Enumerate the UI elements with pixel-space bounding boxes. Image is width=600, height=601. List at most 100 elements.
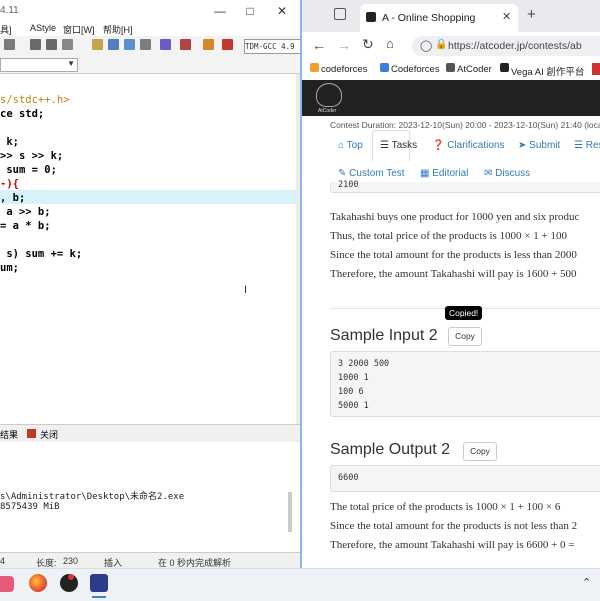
- tab-overview-icon[interactable]: [334, 8, 346, 20]
- devcpp-icon[interactable]: [90, 574, 108, 592]
- nav-top[interactable]: ⌂ Top: [338, 140, 363, 151]
- lock-icon[interactable]: 🔒: [435, 39, 447, 50]
- nav-custom-test[interactable]: ✎ Custom Test: [338, 168, 405, 179]
- atcoder-header: AtCoder: [302, 80, 600, 116]
- sample-input-line: 100 6: [338, 387, 364, 397]
- bookmark-atcoder[interactable]: AtCoder: [457, 64, 492, 75]
- status-length-value: 230: [63, 556, 79, 566]
- unindent-icon[interactable]: [4, 39, 15, 50]
- explanation-line: Therefore, the amount Takahashi will pay…: [330, 539, 575, 551]
- current-line-highlight: [0, 190, 296, 204]
- atcoder-logo-icon[interactable]: [316, 83, 342, 107]
- close-icon[interactable]: ✕: [272, 2, 292, 20]
- codeforces-icon: [310, 63, 319, 72]
- nav-results[interactable]: ☰ Res: [574, 140, 600, 151]
- menu-astyle[interactable]: AStyle: [30, 23, 56, 33]
- ide-titlebar: 4.11 — □ ✕: [0, 0, 300, 22]
- firefox-icon[interactable]: [29, 574, 47, 592]
- active-indicator: [92, 596, 106, 598]
- close-panel-icon[interactable]: [27, 429, 36, 438]
- ide-menubar: 具] AStyle 窗口[W] 帮助[H]: [0, 22, 300, 36]
- minimize-icon[interactable]: —: [210, 2, 230, 20]
- debug-icon[interactable]: [222, 39, 233, 50]
- app-icon[interactable]: [0, 576, 14, 592]
- nav-submit-label: Submit: [529, 140, 561, 151]
- menu-help[interactable]: 帮助[H]: [103, 23, 133, 36]
- bookmark-codeforces[interactable]: codeforces: [321, 64, 367, 75]
- explanation-line: Since the total amount for the products …: [330, 520, 578, 532]
- maximize-icon[interactable]: □: [240, 2, 260, 20]
- menu-tools[interactable]: 具]: [0, 23, 12, 36]
- status-mode: 插入: [104, 558, 123, 568]
- browser-tab-active[interactable]: A - Online Shopping ✕: [360, 4, 518, 32]
- compiler-select[interactable]: TDM-GCC 4.9: [244, 39, 300, 54]
- layout-icon[interactable]: [140, 39, 151, 50]
- back-icon[interactable]: ←: [312, 37, 326, 53]
- ide-title: 4.11: [0, 5, 19, 16]
- nav-submit[interactable]: ➤ Submit: [518, 140, 560, 151]
- bookmark-more-icon[interactable]: [592, 63, 600, 75]
- text-cursor-icon: I: [244, 284, 248, 296]
- home-icon[interactable]: ⌂: [386, 36, 394, 51]
- delete-icon[interactable]: [180, 39, 191, 50]
- vega-icon: [500, 63, 509, 72]
- url-text: https://atcoder.jp/contests/ab: [448, 40, 582, 52]
- jump-icon[interactable]: [62, 39, 73, 50]
- nav-tasks[interactable]: ☰ Tasks: [380, 140, 417, 151]
- copy-input-button[interactable]: Copy: [448, 327, 482, 346]
- chart-icon[interactable]: [203, 39, 214, 50]
- grid-icon[interactable]: [92, 39, 103, 50]
- code-line: um;: [0, 262, 19, 274]
- sample-output-line: 6600: [338, 473, 359, 483]
- sample-output-2-box[interactable]: 6600: [330, 465, 600, 492]
- browser-tabstrip: A - Online Shopping ✕ +: [302, 0, 600, 32]
- explanation-line: Takahashi buys one product for 1000 yen …: [330, 211, 580, 223]
- tab-close[interactable]: 关闭: [40, 428, 58, 441]
- window2-icon[interactable]: [124, 39, 135, 50]
- copy-output-button[interactable]: Copy: [463, 442, 497, 461]
- menu-window[interactable]: 窗口[W]: [63, 23, 95, 36]
- explanation-line: Thus, the total price of the products is…: [330, 230, 567, 242]
- address-bar[interactable]: ◯ 🔒 https://atcoder.jp/contests/ab: [412, 36, 600, 56]
- reload-icon[interactable]: ↻: [362, 36, 374, 53]
- status-parse: 在 0 秒内完成解析: [158, 558, 232, 568]
- chevron-up-icon[interactable]: ⌃: [582, 576, 591, 589]
- nav-clarifications[interactable]: ❓ Clarifications: [432, 140, 504, 151]
- sample-output-2-title: Sample Output 2: [330, 441, 451, 458]
- function-combo[interactable]: ▼: [0, 58, 78, 72]
- sample-input-2-box[interactable]: 3 2000 500 1000 1 100 6 5000 1: [330, 351, 600, 417]
- nav-results-label: Res: [585, 140, 600, 151]
- ide-window: 4.11 — □ ✕ 具] AStyle 窗口[W] 帮助[H] TDM-GCC…: [0, 0, 300, 568]
- code-line: k;: [0, 136, 19, 148]
- nav-tasks-label: Tasks: [391, 140, 418, 151]
- logo-text: AtCoder: [318, 108, 337, 114]
- task-page: Contest Duration: 2023-12-10(Sun) 20:00 …: [302, 116, 600, 568]
- code-editor[interactable]: s/stdc++.h> ce std; k; >> s >> k; sum = …: [0, 74, 296, 424]
- nav-top-label: Top: [346, 140, 363, 151]
- atcoder-favicon-icon: [366, 12, 376, 22]
- bookmark-vega[interactable]: Vega AI 創作平台: [511, 64, 584, 78]
- taskbar: ⌃: [0, 568, 600, 601]
- ide-statusbar: 4 长度: 230 插入 在 0 秒内完成解析: [0, 552, 300, 568]
- explanation-line: Since the total amount for the products …: [330, 249, 577, 261]
- close-tab-icon[interactable]: ✕: [502, 10, 511, 23]
- arrow-right-icon[interactable]: [46, 39, 57, 50]
- nav-custom-test-label: Custom Test: [349, 168, 405, 179]
- output-scrollbar[interactable]: [288, 492, 292, 532]
- prev-sample-output: 2100: [330, 180, 600, 193]
- code-line: >> s >> k;: [0, 150, 64, 162]
- tab-results[interactable]: 结果: [0, 428, 18, 441]
- nav-editorial-label: Editorial: [432, 168, 469, 179]
- nav-editorial[interactable]: ▦ Editorial: [420, 168, 468, 179]
- shield-icon[interactable]: ◯: [420, 39, 432, 52]
- nav-discuss[interactable]: ✉ Discuss: [484, 168, 530, 179]
- status-length-label: 长度:: [36, 558, 57, 568]
- bookmark-codeforces-2[interactable]: Codeforces: [391, 64, 440, 75]
- arrow-left-icon[interactable]: [30, 39, 41, 50]
- code-line: s/stdc++.h>: [0, 94, 70, 106]
- check-icon[interactable]: [160, 39, 171, 50]
- forward-icon[interactable]: →: [337, 37, 351, 53]
- new-tab-icon[interactable]: +: [527, 6, 536, 23]
- compile-output: s\Administrator\Desktop\未命名2.exe 8575439…: [0, 442, 296, 552]
- window-icon[interactable]: [108, 39, 119, 50]
